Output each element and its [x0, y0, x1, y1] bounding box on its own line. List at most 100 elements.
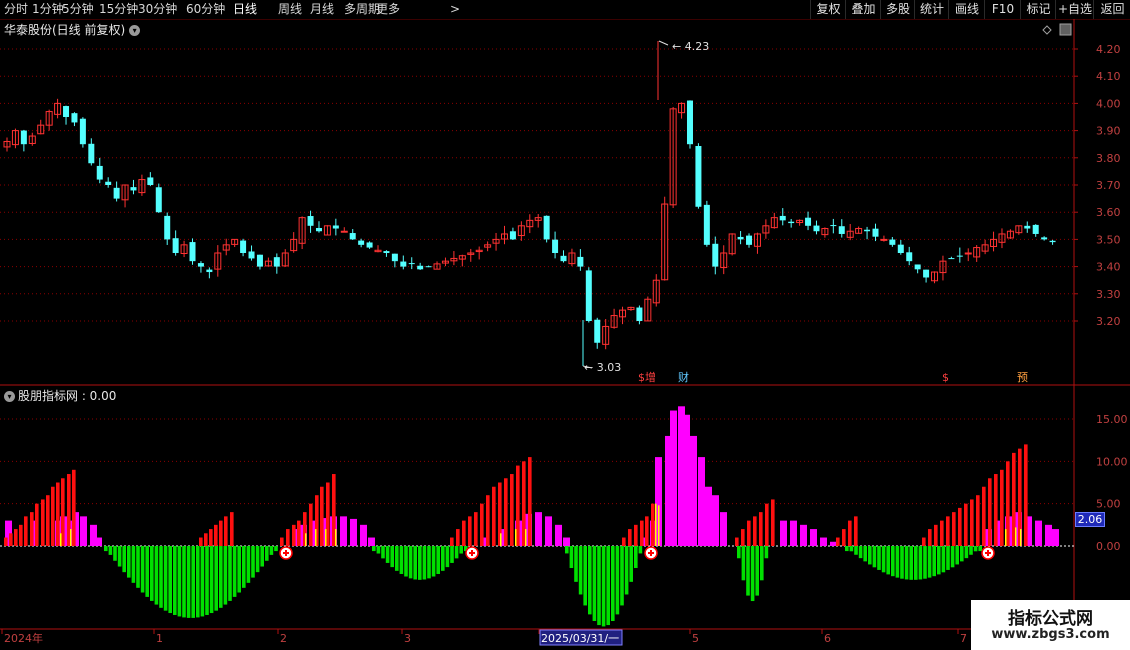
green-histogram-bar [638, 546, 643, 554]
candle-body [872, 228, 879, 237]
candle-body [88, 143, 95, 164]
candle-body [838, 226, 845, 234]
green-histogram-bar [260, 546, 264, 567]
magenta-bar [350, 518, 357, 546]
green-histogram-bar [574, 546, 578, 582]
candle-body [509, 231, 516, 240]
green-histogram-bar [376, 546, 381, 554]
green-histogram-bar [274, 546, 278, 552]
red-histogram-bar [14, 529, 18, 546]
green-histogram-bar [154, 546, 159, 605]
green-histogram-bar [583, 546, 587, 606]
candle-body [805, 217, 812, 226]
low-label: ← 3.03 [584, 361, 621, 374]
green-histogram-bar [932, 546, 936, 577]
x-axis-label: 5 [692, 632, 699, 645]
red-histogram-bar [651, 503, 655, 546]
green-histogram-bar [232, 546, 237, 597]
candle-body [585, 270, 592, 321]
watermark-url: www.zbgs3.com [991, 627, 1110, 642]
magenta-bar [820, 537, 827, 546]
high-pointer [658, 40, 669, 46]
red-histogram-bar [741, 529, 745, 546]
red-histogram-bar [976, 495, 980, 546]
candle-body [197, 263, 204, 267]
green-histogram-bar [205, 546, 209, 615]
candle-body [914, 264, 921, 270]
red-histogram-bar [4, 537, 8, 546]
candle-body [1041, 237, 1048, 240]
candle-body [273, 257, 280, 267]
candle-body [543, 215, 550, 240]
green-histogram-bar [886, 546, 890, 575]
green-histogram-bar [746, 546, 750, 596]
green-histogram-bar [269, 546, 274, 555]
green-histogram-bar [173, 546, 177, 615]
green-histogram-bar [914, 546, 918, 580]
red-histogram-bar [848, 520, 852, 546]
green-histogram-bar [385, 546, 390, 563]
red-histogram-bar [480, 503, 484, 546]
indicator-tick-label: 15.00 [1096, 413, 1128, 426]
green-histogram-bar [228, 546, 232, 601]
price-tick-label: 3.70 [1096, 179, 1121, 192]
candle-body [240, 240, 247, 253]
x-axis-label: 2 [280, 632, 287, 645]
green-histogram-bar [741, 546, 746, 581]
price-tick-label: 3.60 [1096, 206, 1121, 219]
green-histogram-bar [209, 546, 214, 614]
magenta-bar [555, 524, 562, 546]
candle-body [206, 269, 213, 273]
candle-body [366, 242, 373, 248]
red-histogram-bar [946, 516, 950, 546]
red-histogram-bar [474, 512, 478, 546]
green-histogram-bar [904, 546, 909, 580]
green-histogram-bar [131, 546, 136, 583]
red-histogram-bar [199, 537, 203, 546]
candle-body [383, 251, 390, 253]
green-histogram-bar [895, 546, 900, 578]
red-histogram-bar [510, 474, 514, 546]
magenta-bar [800, 524, 807, 546]
green-histogram-bar [441, 546, 445, 571]
green-histogram-bar [450, 546, 454, 563]
green-histogram-bar [219, 546, 223, 608]
green-histogram-bar [214, 546, 218, 611]
candle-body [358, 240, 365, 245]
red-histogram-bar [35, 503, 39, 546]
indicator-tick-label: 10.00 [1096, 455, 1128, 468]
green-histogram-bar [150, 546, 154, 601]
green-histogram-bar [737, 546, 741, 559]
magenta-bar [340, 516, 347, 546]
event-marker: $ [942, 371, 949, 384]
candle-body [164, 215, 171, 240]
red-histogram-bar [30, 512, 34, 546]
red-histogram-bar [286, 529, 290, 546]
x-axis-label: 7 [960, 632, 967, 645]
price-tick-label: 3.20 [1096, 315, 1121, 328]
green-histogram-bar [191, 546, 195, 618]
red-histogram-bar [462, 520, 466, 546]
chart-canvas[interactable]: 4.20 4.10 4.00 3.90 3.80 3.70 3.60 3.50 3.40 3.30… [0, 0, 1130, 650]
yellow-line [658, 505, 660, 546]
magenta-bar [790, 520, 797, 546]
magenta-bar [780, 520, 787, 546]
red-histogram-bar [759, 512, 763, 546]
green-histogram-bar [255, 546, 260, 573]
green-histogram-bar [251, 546, 255, 578]
red-histogram-bar [988, 478, 992, 546]
event-marker: $增 [638, 370, 656, 384]
green-histogram-bar [113, 546, 117, 561]
green-histogram-bar [145, 546, 149, 597]
red-histogram-bar [747, 520, 751, 546]
red-histogram-bar [928, 529, 932, 546]
green-histogram-bar [196, 546, 200, 618]
green-histogram-bar [978, 546, 982, 552]
green-histogram-bar [108, 546, 113, 555]
red-histogram-bar [214, 524, 218, 546]
green-histogram-bar [845, 546, 849, 552]
green-histogram-bar [858, 546, 863, 559]
yellow-line [305, 533, 307, 546]
candle-body [686, 100, 693, 145]
candle-body [130, 187, 137, 191]
